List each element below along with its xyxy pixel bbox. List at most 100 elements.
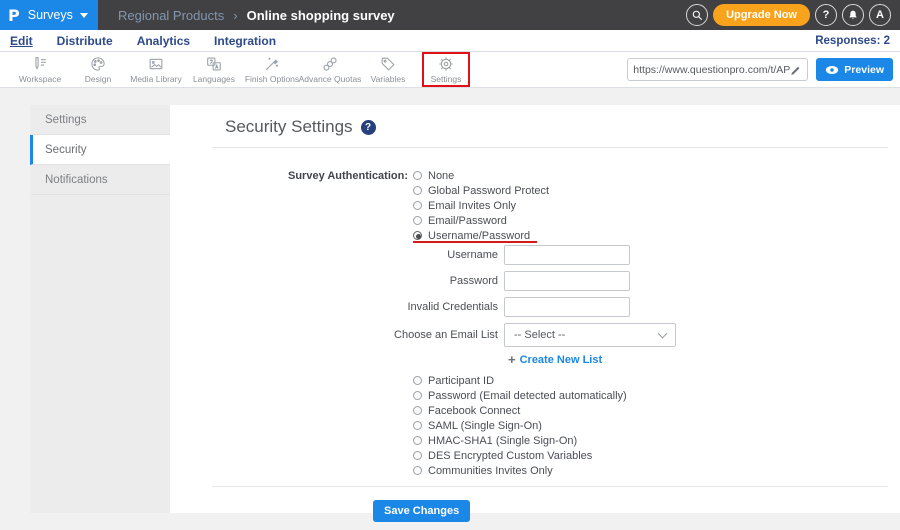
tab-edit[interactable]: Edit: [10, 34, 33, 48]
toolbar-item-finish-options[interactable]: Finish Options: [243, 52, 301, 87]
radio-icon: [413, 171, 422, 180]
edit-pencil-icon[interactable]: [790, 64, 802, 76]
radio-icon: [413, 421, 422, 430]
radio-global-password-protect[interactable]: Global Password Protect: [413, 183, 549, 198]
breadcrumb-survey-title: Online shopping survey: [246, 7, 395, 23]
search-icon: [692, 10, 703, 21]
breadcrumb: Regional Products › Online shopping surv…: [118, 8, 395, 23]
invalid-credentials-label: Invalid Credentials: [407, 301, 499, 313]
radio-participant-id[interactable]: Participant ID: [413, 373, 900, 388]
red-underline-annotation: [413, 241, 537, 243]
radio-none[interactable]: None: [413, 168, 549, 183]
bell-icon: [849, 10, 857, 20]
eye-icon: [826, 65, 839, 74]
surveys-menu[interactable]: P Surveys: [0, 0, 98, 30]
radio-saml-sso[interactable]: SAML (Single Sign-On): [413, 418, 900, 433]
tab-analytics[interactable]: Analytics: [137, 34, 190, 48]
username-field[interactable]: [504, 245, 630, 265]
question-mark-icon: ?: [822, 9, 830, 21]
toolbar-item-settings[interactable]: Settings: [417, 52, 475, 87]
responses-count[interactable]: Responses: 2: [815, 35, 890, 47]
content-area: Settings Security Notifications Security…: [30, 105, 900, 522]
toolbar-item-media-library[interactable]: Media Library: [127, 52, 185, 87]
translate-icon: [205, 55, 223, 73]
chain-icon: [321, 55, 339, 73]
search-button[interactable]: [686, 4, 709, 26]
account-avatar[interactable]: A: [869, 4, 891, 26]
radio-communities-invites-only[interactable]: Communities Invites Only: [413, 463, 900, 478]
sidebar-item-security[interactable]: Security: [30, 135, 170, 165]
surveys-menu-label: Surveys: [27, 8, 73, 22]
notifications-button[interactable]: [842, 4, 864, 26]
preview-button[interactable]: Preview: [816, 58, 893, 81]
radio-des-encrypted-variables[interactable]: DES Encrypted Custom Variables: [413, 448, 900, 463]
auth-label: Survey Authentication:: [288, 170, 408, 182]
security-form: Survey Authentication: None Global Passw…: [225, 168, 900, 478]
radio-icon: [413, 406, 422, 415]
radio-icon: [413, 391, 422, 400]
wand-icon: [263, 55, 281, 73]
settings-sidebar: Settings Security Notifications: [30, 105, 170, 513]
tab-integration[interactable]: Integration: [214, 34, 276, 48]
page-title: Security Settings: [225, 117, 353, 136]
radio-icon: [413, 451, 422, 460]
toolbar-right: Preview: [627, 58, 900, 81]
auth-options: None Global Password Protect Email Invit…: [413, 168, 549, 243]
survey-nav: Edit Distribute Analytics Integration Re…: [0, 30, 900, 52]
questionpro-logo: P: [8, 5, 20, 25]
more-auth-options: Participant ID Password (Email detected …: [413, 373, 900, 478]
radio-icon: [413, 376, 422, 385]
email-list-label: Choose an Email List: [394, 329, 498, 341]
sidebar-item-notifications[interactable]: Notifications: [30, 165, 170, 195]
radio-email-invites-only[interactable]: Email Invites Only: [413, 198, 549, 213]
toolbar-item-variables[interactable]: Variables: [359, 52, 417, 87]
invalid-credentials-field[interactable]: [504, 297, 630, 317]
radio-icon: [413, 186, 422, 195]
tag-icon: [379, 55, 397, 73]
radio-icon: [413, 201, 422, 210]
email-list-select[interactable]: -- Select --: [504, 323, 676, 347]
top-actions: Upgrade Now ? A: [686, 4, 900, 26]
radio-facebook-connect[interactable]: Facebook Connect: [413, 403, 900, 418]
plus-icon: +: [508, 352, 516, 367]
tab-distribute[interactable]: Distribute: [57, 34, 113, 48]
survey-url-input[interactable]: [633, 63, 791, 76]
palette-icon: [89, 55, 107, 73]
chevron-down-icon: [79, 12, 88, 18]
top-bar: P Surveys Regional Products › Online sho…: [0, 0, 900, 30]
title-divider: [212, 147, 888, 148]
edit-toolbar: Workspace Design Media Library Languages: [0, 52, 900, 88]
gear-icon: [437, 55, 455, 73]
toolbar-item-languages[interactable]: Languages: [185, 52, 243, 87]
toolbar-item-workspace[interactable]: Workspace: [11, 52, 69, 87]
username-label: Username: [447, 249, 498, 261]
save-changes-button[interactable]: Save Changes: [373, 500, 471, 522]
credential-fields: Username Password Invalid Credentials Ch…: [225, 245, 900, 347]
toolbar-item-advance-quotas[interactable]: Advance Quotas: [299, 52, 361, 87]
radio-selected-icon: [413, 231, 422, 240]
radio-password-email-detected[interactable]: Password (Email detected automatically): [413, 388, 900, 403]
radio-email-password[interactable]: Email/Password: [413, 213, 549, 228]
radio-icon: [413, 216, 422, 225]
upgrade-now-button[interactable]: Upgrade Now: [713, 4, 810, 26]
avatar-initial: A: [876, 9, 884, 21]
create-new-list-link[interactable]: + Create New List: [508, 353, 900, 367]
toolbar-item-design[interactable]: Design: [69, 52, 127, 87]
settings-annotation-box: Settings: [422, 52, 470, 87]
radio-icon: [413, 466, 422, 475]
breadcrumb-folder[interactable]: Regional Products: [118, 8, 224, 23]
security-settings-panel: Security Settings ? Survey Authenticatio…: [170, 105, 900, 522]
sidebar-item-settings[interactable]: Settings: [30, 105, 170, 135]
radio-hmac-sha1-sso[interactable]: HMAC-SHA1 (Single Sign-On): [413, 433, 900, 448]
help-icon[interactable]: ?: [360, 119, 376, 135]
chevron-down-icon: [657, 328, 668, 338]
password-field[interactable]: [504, 271, 630, 291]
breadcrumb-separator: ›: [233, 7, 238, 23]
radio-icon: [413, 436, 422, 445]
help-button[interactable]: ?: [815, 4, 837, 26]
password-label: Password: [449, 275, 498, 287]
radio-username-password[interactable]: Username/Password: [413, 228, 549, 243]
footer-divider: [212, 486, 888, 487]
image-icon: [147, 55, 165, 73]
workspace-icon: [31, 55, 49, 73]
